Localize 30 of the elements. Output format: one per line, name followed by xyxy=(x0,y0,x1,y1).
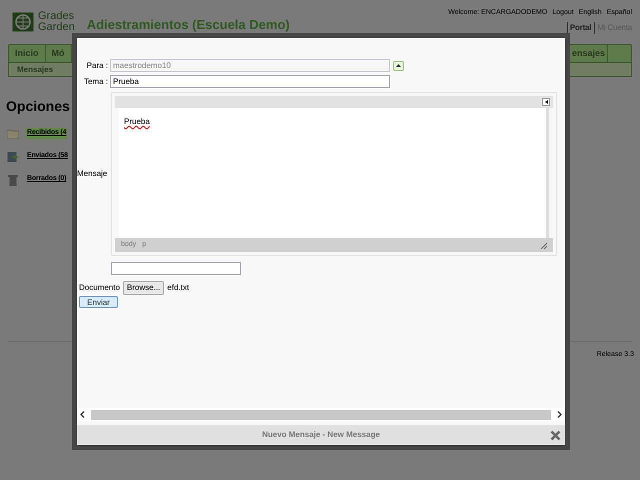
recipient-field[interactable]: maestrodemo10 xyxy=(110,59,390,72)
dialog-title: Nuevo Mensaje - New Message xyxy=(262,429,380,441)
scrollbar-thumb[interactable] xyxy=(91,410,551,420)
editor-area[interactable]: Prueba xyxy=(119,108,549,238)
collapse-toolbar-button[interactable] xyxy=(542,98,550,106)
field-label: Para : xyxy=(86,60,109,72)
globe-logo-icon xyxy=(12,12,34,32)
subject-field[interactable]: Prueba xyxy=(110,75,390,88)
field-label: Tema : xyxy=(82,76,109,88)
field-label: Documento xyxy=(79,282,120,294)
close-icon[interactable] xyxy=(550,430,561,440)
folder-icon xyxy=(7,128,19,138)
scroll-left-icon[interactable] xyxy=(80,411,85,418)
logo-text: Grades xyxy=(38,11,75,22)
resize-grip-icon[interactable] xyxy=(540,242,547,248)
trash-icon xyxy=(8,174,18,186)
send-button[interactable]: Enviar xyxy=(79,296,118,308)
sidebar-title: Opciones xyxy=(6,97,70,116)
logo-text: Garden xyxy=(38,22,75,33)
field-label: Mensaje xyxy=(77,168,108,180)
file-name: efd.txt xyxy=(167,282,190,294)
browse-button[interactable]: Browse... xyxy=(122,280,164,294)
caret-left-icon xyxy=(544,100,548,104)
collapse-button[interactable] xyxy=(393,60,404,70)
school-title: Adiestramientos (Escuela Demo) xyxy=(86,16,290,34)
subnav-link[interactable]: Mensajes xyxy=(17,64,54,76)
editor-text: Prueba xyxy=(124,117,150,126)
text-field[interactable] xyxy=(111,262,241,275)
scroll-right-icon[interactable] xyxy=(557,411,562,418)
nav-tab[interactable]: Inicio xyxy=(9,45,46,62)
